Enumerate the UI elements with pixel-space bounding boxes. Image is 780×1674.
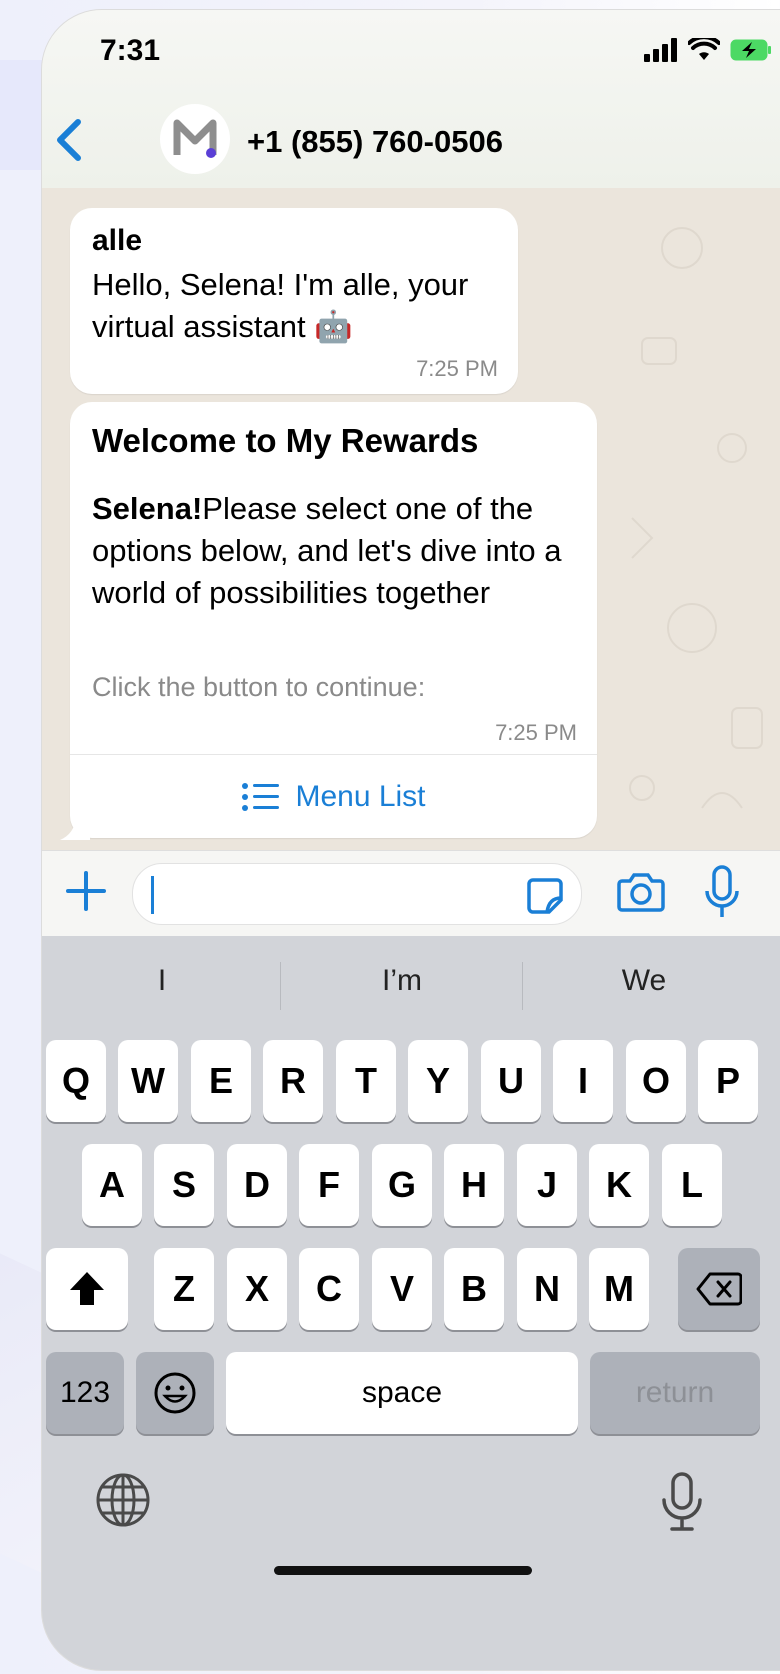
dictation-button[interactable] (660, 1472, 704, 1537)
divider (280, 962, 281, 1010)
status-time: 7:31 (100, 34, 161, 67)
space-key[interactable]: space (226, 1352, 578, 1434)
emoji-icon (154, 1372, 196, 1414)
menu-list-button[interactable]: Menu List (70, 762, 597, 832)
key-w[interactable]: W (118, 1040, 178, 1122)
message-timestamp: 7:25 PM (495, 720, 577, 745)
list-icon (242, 783, 280, 811)
battery-icon (730, 39, 771, 61)
numbers-key[interactable]: 123 (46, 1352, 124, 1434)
status-icons (644, 38, 772, 62)
signal-icon (644, 38, 677, 62)
delete-key[interactable] (678, 1248, 760, 1330)
back-button[interactable] (52, 118, 88, 167)
key-v[interactable]: V (372, 1248, 432, 1330)
message-title: Welcome to My Rewards (92, 422, 479, 459)
key-s[interactable]: S (154, 1144, 214, 1226)
return-key[interactable]: return (590, 1352, 760, 1434)
key-e[interactable]: E (191, 1040, 251, 1122)
key-m[interactable]: M (589, 1248, 649, 1330)
key-l[interactable]: L (662, 1144, 722, 1226)
key-y[interactable]: Y (408, 1040, 468, 1122)
message-text: Hello, Selena! I'm alle, your virtual as… (92, 267, 469, 344)
key-z[interactable]: Z (154, 1248, 214, 1330)
key-d[interactable]: D (227, 1144, 287, 1226)
key-j[interactable]: J (517, 1144, 577, 1226)
key-k[interactable]: K (589, 1144, 649, 1226)
sticker-button[interactable] (525, 876, 565, 921)
shift-icon (70, 1272, 104, 1305)
globe-icon (96, 1473, 150, 1527)
text-caret (151, 876, 154, 914)
suggestion-item[interactable]: I’m (282, 964, 522, 998)
sticker-icon (527, 878, 563, 914)
key-q[interactable]: Q (46, 1040, 106, 1122)
key-a[interactable]: A (82, 1144, 142, 1226)
suggestion-item[interactable]: We (524, 964, 764, 998)
divider (70, 754, 597, 755)
camera-button[interactable] (616, 869, 666, 918)
key-o[interactable]: O (626, 1040, 686, 1122)
camera-icon (617, 873, 665, 912)
key-b[interactable]: B (444, 1248, 504, 1330)
home-indicator[interactable] (274, 1566, 532, 1575)
backspace-icon (696, 1272, 742, 1306)
phone-frame: 7:31 +1 (855) 760-0506 alle Hello, Selen… (42, 10, 780, 1670)
message-input[interactable] (132, 863, 582, 925)
key-c[interactable]: C (299, 1248, 359, 1330)
microphone-icon (662, 1472, 702, 1531)
composer-bar (42, 850, 780, 937)
language-button[interactable] (94, 1471, 152, 1534)
microphone-icon (705, 865, 739, 917)
key-g[interactable]: G (372, 1144, 432, 1226)
chevron-left-icon (57, 119, 81, 161)
suggestion-item[interactable]: I (42, 964, 282, 998)
bubble-tail (60, 818, 90, 840)
message-footer: Click the button to continue: (92, 672, 426, 702)
keyboard: I I’m We Q W E R T Y U I O P A S D F G H… (42, 936, 780, 1670)
brand-logo-icon (173, 119, 217, 158)
plus-icon (66, 871, 106, 911)
message-timestamp: 7:25 PM (416, 356, 498, 381)
divider (522, 962, 523, 1010)
voice-button[interactable] (704, 865, 740, 924)
key-r[interactable]: R (263, 1040, 323, 1122)
chat-header: 7:31 +1 (855) 760-0506 (42, 10, 780, 189)
message-bold-name: Selena! (92, 491, 203, 526)
key-u[interactable]: U (481, 1040, 541, 1122)
key-n[interactable]: N (517, 1248, 577, 1330)
message-bubble: alle Hello, Selena! I'm alle, your virtu… (70, 208, 518, 394)
wifi-icon (688, 38, 720, 60)
contact-avatar[interactable] (160, 104, 230, 174)
contact-name[interactable]: +1 (855) 760-0506 (247, 124, 503, 160)
key-t[interactable]: T (336, 1040, 396, 1122)
menu-list-label: Menu List (295, 780, 426, 813)
message-text: Selena!Please select one of the options … (92, 488, 582, 614)
message-bubble: Welcome to My Rewards Selena!Please sele… (70, 402, 597, 838)
emoji-key[interactable] (136, 1352, 214, 1434)
key-i[interactable]: I (553, 1040, 613, 1122)
key-x[interactable]: X (227, 1248, 287, 1330)
message-sender: alle (92, 224, 143, 257)
attach-button[interactable] (64, 869, 108, 918)
chat-area: alle Hello, Selena! I'm alle, your virtu… (42, 188, 780, 850)
key-h[interactable]: H (444, 1144, 504, 1226)
shift-key[interactable] (46, 1248, 128, 1330)
key-p[interactable]: P (698, 1040, 758, 1122)
key-f[interactable]: F (299, 1144, 359, 1226)
